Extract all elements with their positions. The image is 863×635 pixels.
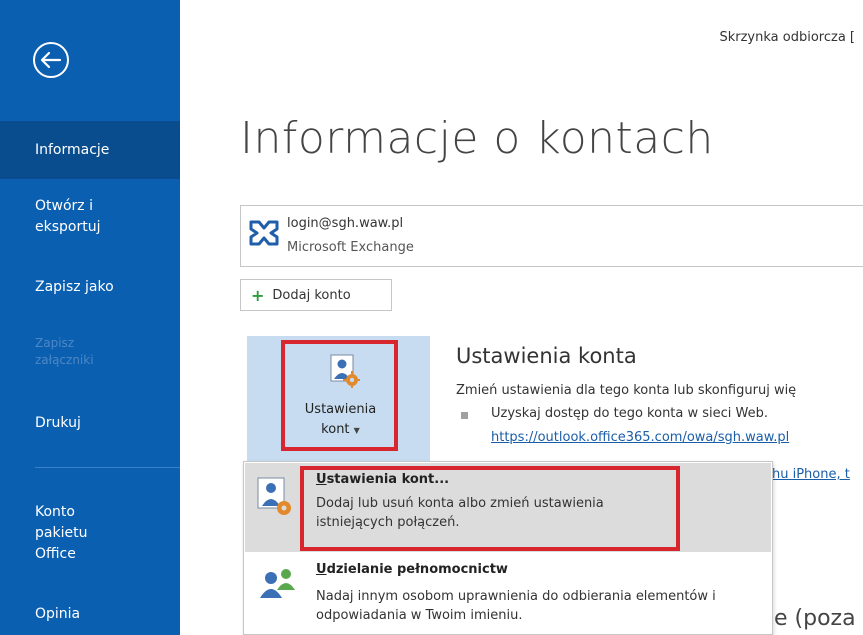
menu-item-delegate-desc: Nadaj innym osobom uprawnienia do odbier…: [316, 589, 716, 623]
page-title: Informacje o kontach: [240, 113, 714, 164]
highlight-frame-menu: [300, 466, 680, 551]
account-type: Microsoft Exchange: [287, 240, 414, 255]
partial-heading: e (poza: [774, 606, 856, 631]
highlight-frame-tile: [281, 340, 398, 451]
account-selector[interactable]: login@sgh.waw.pl Microsoft Exchange: [240, 205, 863, 267]
sidebar-item-zapisz-jako[interactable]: Zapisz jako: [0, 277, 180, 298]
plus-icon: +: [251, 285, 265, 305]
bullet-icon: [461, 412, 468, 419]
backstage-sidebar: Informacje Otwórz i eksportuj Zapisz jak…: [0, 0, 180, 635]
add-account-button[interactable]: + Dodaj konto: [240, 279, 392, 311]
web-access-text: Uzyskaj dostęp do tego konta w sieci Web…: [491, 406, 769, 421]
iphone-link[interactable]: hu iPhone, t: [772, 467, 850, 482]
sidebar-divider: [35, 467, 180, 468]
add-account-label: Dodaj konto: [272, 287, 351, 303]
owa-link[interactable]: https://outlook.office365.com/owa/sgh.wa…: [491, 430, 789, 445]
sidebar-item-opinia[interactable]: Opinia: [0, 604, 180, 625]
delegate-access-icon: [260, 569, 295, 598]
section-description: Zmień ustawienia dla tego konta lub skon…: [456, 383, 797, 398]
sidebar-item-konto-pakietu-office[interactable]: Konto pakietu Office: [0, 502, 100, 565]
section-heading: Ustawienia konta: [456, 344, 637, 368]
sidebar-item-otworz-i-eksportuj[interactable]: Otwórz i eksportuj: [0, 196, 120, 238]
account-email: login@sgh.waw.pl: [287, 216, 404, 231]
menu-item-delegate-title[interactable]: Udzielanie pełnomocnictw: [316, 562, 508, 577]
back-arrow-icon: [33, 42, 69, 78]
window-title: Skrzynka odbiorcza [: [719, 30, 855, 45]
account-settings-menu-icon: [257, 477, 291, 515]
sidebar-item-drukuj[interactable]: Drukuj: [0, 413, 180, 434]
sidebar-item-informacje[interactable]: Informacje: [0, 121, 180, 179]
sidebar-item-zapisz-zalaczniki: Zapisz załączniki: [35, 336, 94, 367]
exchange-icon: [249, 220, 279, 246]
back-button[interactable]: [31, 40, 71, 80]
